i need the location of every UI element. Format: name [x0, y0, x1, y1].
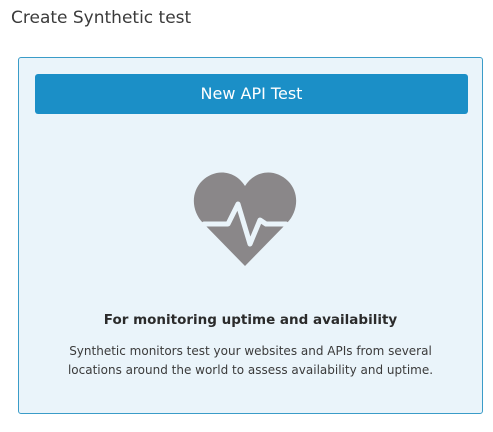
card-description: Synthetic monitors test your websites an… — [67, 344, 434, 377]
heart-pulse-icon — [190, 166, 300, 276]
new-api-test-button[interactable]: New API Test — [35, 74, 468, 114]
create-synthetic-test-page: Create Synthetic test New API Test For m… — [0, 0, 493, 432]
page-title: Create Synthetic test — [11, 8, 192, 28]
api-test-option-card[interactable]: New API Test For monitoring uptime and a… — [18, 57, 483, 414]
card-headline: For monitoring uptime and availability — [103, 312, 398, 328]
